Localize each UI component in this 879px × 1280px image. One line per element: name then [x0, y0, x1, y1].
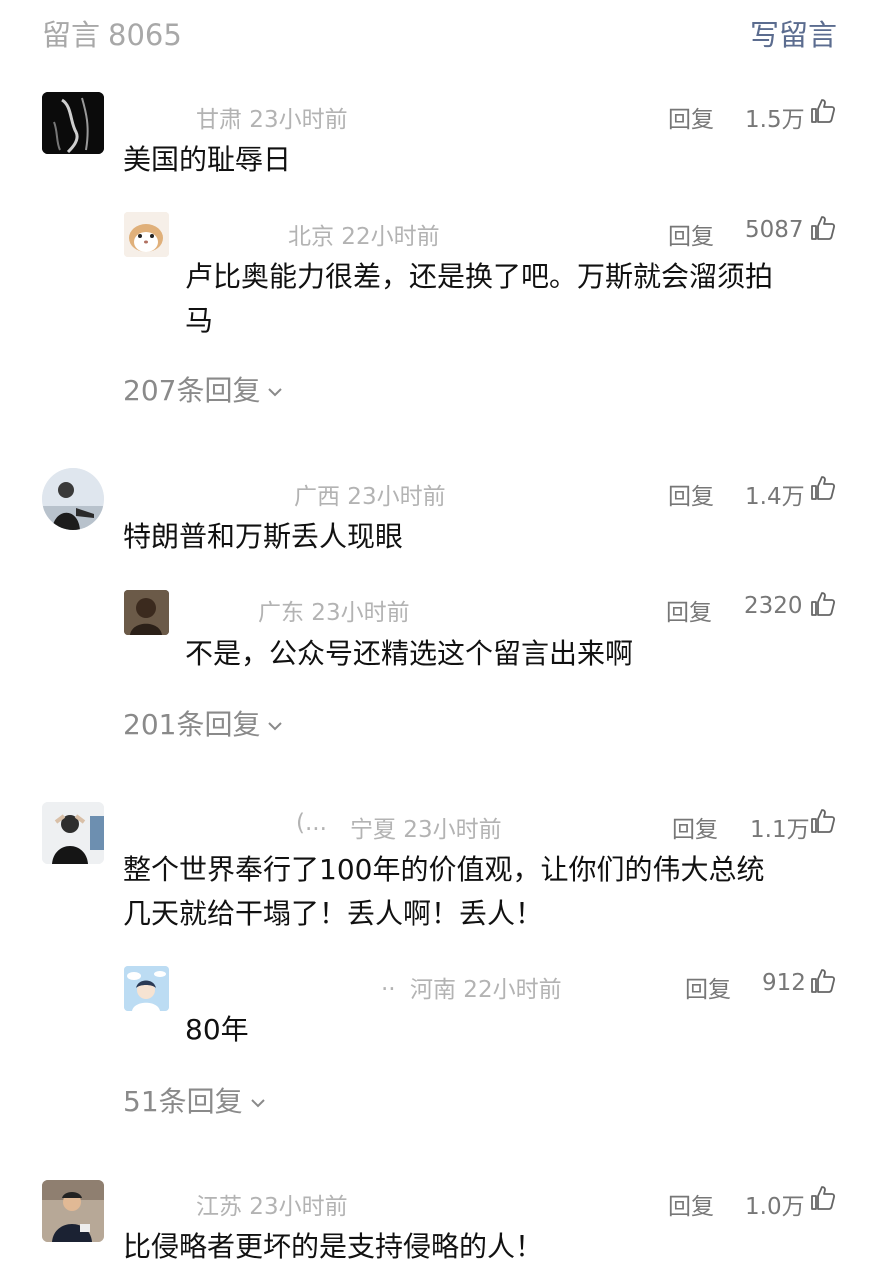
avatar[interactable]	[42, 802, 104, 864]
expand-replies-button[interactable]: 207条回复	[123, 369, 284, 409]
thumbs-up-icon[interactable]	[810, 968, 836, 994]
header-label: 留言	[42, 18, 101, 52]
avatar[interactable]	[124, 212, 169, 257]
chevron-down-icon	[250, 1099, 265, 1108]
avatar[interactable]	[42, 468, 104, 530]
thumbs-up-icon[interactable]	[810, 808, 836, 834]
expand-replies-button[interactable]: 51条回复	[123, 1080, 267, 1120]
comments-header-title: 留言 8065	[42, 12, 182, 54]
comment-text: 比侵略者更坏的是支持侵略的人！	[123, 1230, 544, 1263]
reply-button[interactable]: 回复	[668, 217, 714, 251]
avatar[interactable]	[42, 92, 104, 154]
like-count: 912	[762, 970, 806, 996]
reply-count-label: 207条回复	[123, 374, 261, 407]
chevron-down-icon	[268, 388, 283, 397]
reply-count-label: 201条回复	[123, 708, 261, 741]
expand-replies-button[interactable]: 201条回复	[123, 703, 284, 743]
reply-button[interactable]: 回复	[666, 593, 712, 627]
comment-text: 特朗普和万斯丢人现眼	[123, 520, 404, 553]
thumbs-up-icon[interactable]	[810, 215, 836, 241]
thumbs-up-icon[interactable]	[810, 98, 836, 124]
avatar[interactable]	[124, 590, 169, 635]
comment-meta: 江苏 23小时前	[196, 1194, 348, 1220]
comment-meta: 甘肃 23小时前	[196, 107, 348, 133]
reply-button[interactable]: 回复	[672, 810, 718, 844]
like-count: 1.5万	[745, 107, 805, 133]
reply-text-line: 马	[185, 304, 214, 337]
write-comment-button[interactable]: 写留言	[750, 12, 837, 54]
reply-button[interactable]: 回复	[668, 1187, 714, 1221]
thumbs-up-icon[interactable]	[810, 1185, 836, 1211]
comment-meta: 宁夏 23小时前	[350, 817, 502, 843]
reply-meta: 河南 22小时前	[410, 977, 562, 1003]
reply-button[interactable]: 回复	[668, 477, 714, 511]
like-count: 1.1万	[750, 817, 810, 843]
comment-text-line: 整个世界奉行了100年的价值观，让你们的伟大总统	[123, 853, 765, 886]
thumbs-up-icon[interactable]	[810, 591, 836, 617]
avatar[interactable]	[42, 1180, 104, 1242]
reply-text-line: 不是，公众号还精选这个留言出来啊	[185, 637, 634, 670]
avatar[interactable]	[124, 966, 169, 1011]
reply-text-line: 卢比奥能力很差，还是换了吧。万斯就会溜须拍	[185, 260, 774, 293]
reply-text-line: 80年	[185, 1013, 249, 1046]
chevron-down-icon	[268, 722, 283, 731]
comment-count: 8065	[108, 18, 182, 52]
commenter-name: (...	[296, 810, 327, 836]
reply-count-label: 51条回复	[123, 1085, 243, 1118]
thumbs-up-icon[interactable]	[810, 475, 836, 501]
like-count: 1.4万	[745, 484, 805, 510]
like-count: 1.0万	[745, 1194, 805, 1220]
like-count: 2320	[744, 593, 803, 619]
like-count: 5087	[745, 217, 804, 243]
comment-meta: 广西 23小时前	[294, 484, 446, 510]
reply-button[interactable]: 回复	[668, 100, 714, 134]
reply-button[interactable]: 回复	[685, 970, 731, 1004]
reply-meta: 北京 22小时前	[288, 224, 440, 250]
reply-meta: 广东 23小时前	[258, 600, 410, 626]
commenter-name: ..	[381, 970, 396, 996]
comment-text-line: 几天就给干塌了！丢人啊！丢人！	[123, 897, 544, 930]
comment-text: 美国的耻辱日	[123, 143, 292, 176]
